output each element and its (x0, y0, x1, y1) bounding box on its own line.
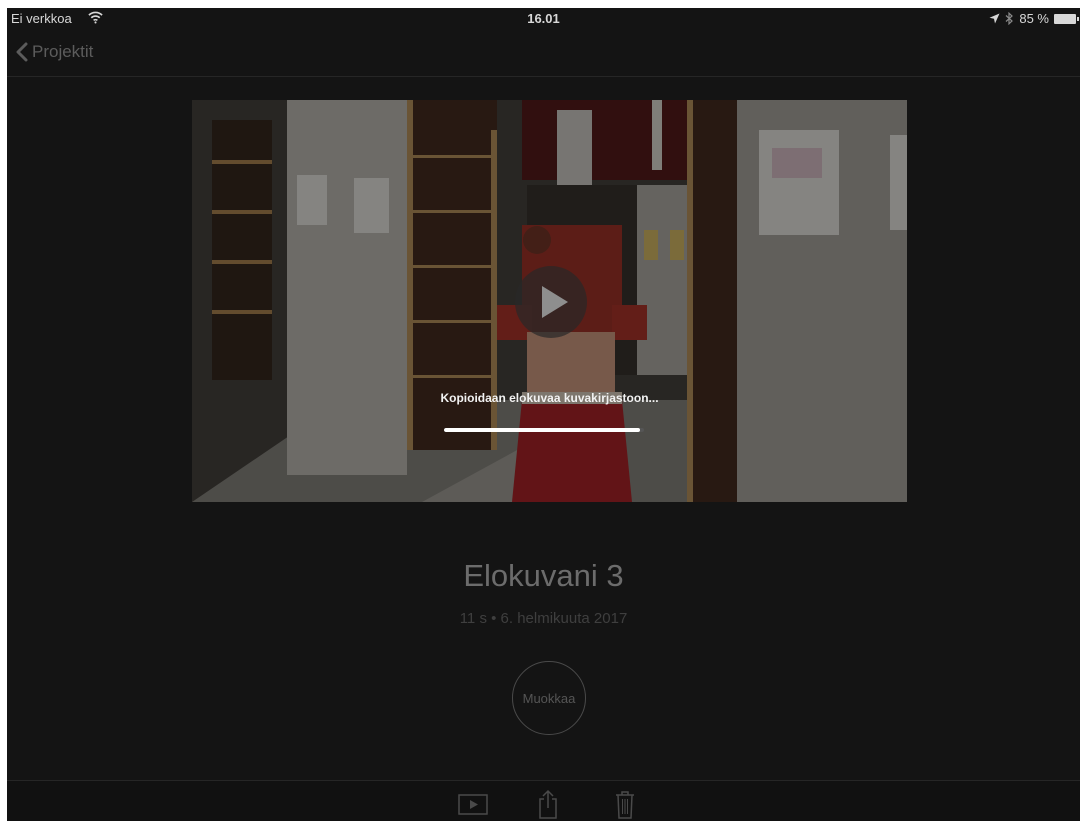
battery-percent: 85 % (1019, 11, 1049, 26)
clock: 16.01 (527, 11, 560, 26)
status-indicators: 85 % (989, 11, 1079, 26)
play-icon (542, 286, 568, 318)
battery-icon (1054, 13, 1079, 24)
screen: Ei verkkoa 16.01 85 % Projektit Kopioida… (7, 8, 1080, 821)
copy-status-text: Kopioidaan elokuvaa kuvakirjastoon... (440, 391, 659, 405)
play-movie-button[interactable] (457, 789, 489, 819)
status-bar: Ei verkkoa 16.01 85 % (7, 8, 1080, 30)
nav-bar: Projektit (7, 30, 1080, 77)
back-button[interactable]: Projektit (15, 38, 93, 66)
chevron-left-icon (16, 42, 28, 62)
back-button-label: Projektit (32, 42, 94, 61)
location-arrow-icon (989, 13, 1000, 24)
video-preview[interactable]: Kopioidaan elokuvaa kuvakirjastoon... (192, 100, 907, 502)
play-button[interactable] (515, 266, 587, 338)
project-meta: 11 s • 6. helmikuuta 2017 (459, 610, 628, 627)
copy-progress-bar (444, 428, 644, 432)
trash-icon (616, 791, 634, 819)
project-title: Elokuvani 3 (463, 558, 624, 593)
play-icon (458, 794, 488, 815)
share-button[interactable] (532, 789, 564, 819)
bottom-toolbar (7, 780, 1080, 821)
copy-progress-fill (444, 428, 640, 432)
edit-button[interactable]: Muokkaa (512, 661, 586, 735)
bluetooth-icon (1005, 12, 1014, 25)
share-icon (539, 789, 557, 819)
delete-button[interactable] (609, 789, 641, 819)
